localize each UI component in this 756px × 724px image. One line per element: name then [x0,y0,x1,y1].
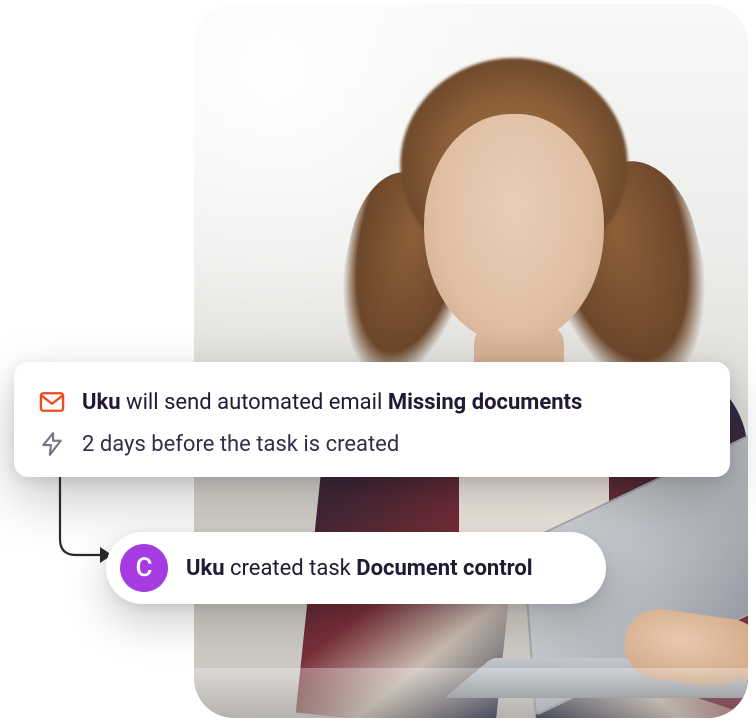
background-photo [194,4,748,718]
automation-rule-line-2: 2 days before the task is created [38,426,704,462]
mail-icon [38,388,66,416]
automation-rule-card: Uku will send automated email Missing do… [14,362,730,477]
avatar: C [120,544,168,592]
task-name: Document control [356,556,532,581]
actor-name: Uku [186,556,225,581]
avatar-letter: C [136,553,153,583]
action-text: will send automated email [121,390,388,415]
automation-rule-text-1: Uku will send automated email Missing do… [82,390,582,415]
actor-name: Uku [82,390,121,415]
task-created-text: Uku created task Document control [186,556,533,581]
email-subject: Missing documents [388,390,582,415]
task-created-toast: C Uku created task Document control [106,532,606,604]
automation-rule-timing: 2 days before the task is created [82,432,399,457]
automation-rule-line-1: Uku will send automated email Missing do… [38,384,704,420]
bolt-icon [38,430,66,458]
action-text: created task [225,556,357,581]
